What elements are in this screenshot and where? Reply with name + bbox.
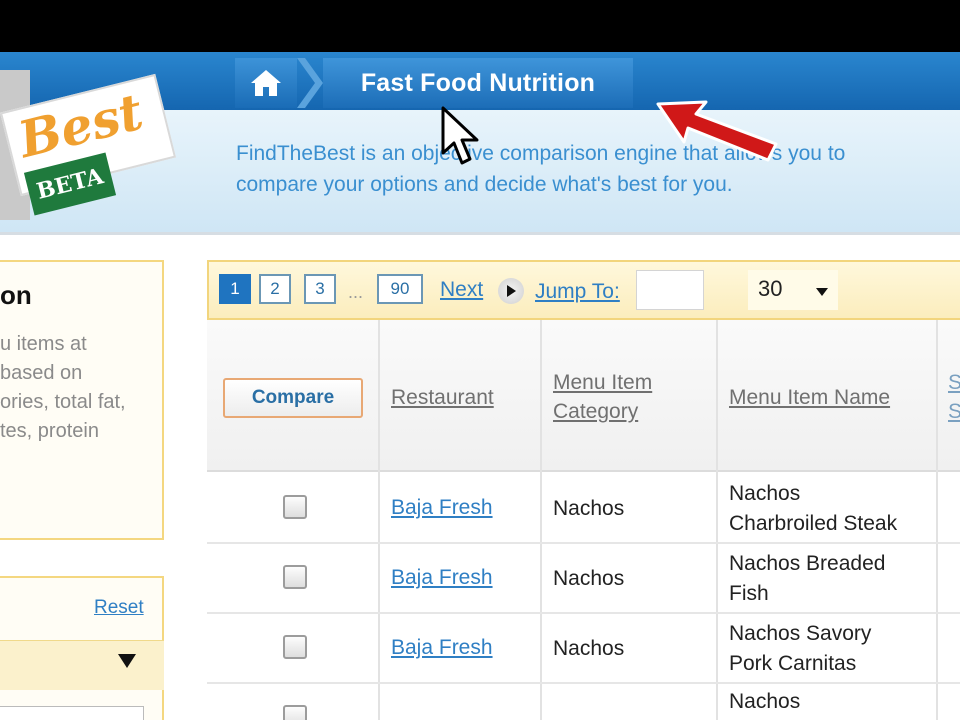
breadcrumb-separator (297, 58, 323, 108)
screen: Fast Food Nutrition FindTheBest is an ob… (0, 0, 960, 720)
header-line: S (948, 371, 960, 394)
page-button-3[interactable]: 3 (304, 274, 336, 304)
item-name-line: Pork Carnitas (729, 652, 857, 675)
row-divider (207, 542, 960, 544)
header-line: Menu Item (553, 371, 653, 394)
compare-button[interactable]: Compare (223, 378, 363, 418)
per-page-value: 30 (758, 276, 783, 301)
header-line: Category (553, 400, 639, 423)
info-line: tes, protein (0, 420, 99, 442)
category-cell: Nachos (553, 567, 625, 590)
page-button-1[interactable]: 1 (219, 274, 251, 304)
pagination-ellipsis: ... (348, 282, 364, 302)
restaurant-link[interactable]: Baja Fresh (391, 636, 493, 660)
divider (0, 232, 960, 235)
column-divider (716, 320, 718, 720)
item-name-line: Nachos Breaded (729, 552, 886, 575)
description-line: compare your options and decide what's b… (236, 173, 733, 196)
play-circle-icon[interactable] (498, 278, 524, 304)
column-divider (540, 320, 542, 720)
category-cell: Nachos (553, 637, 625, 660)
info-line: u items at (0, 333, 87, 355)
jump-to-label[interactable]: Jump To: (535, 280, 620, 304)
red-arrow-annotation (656, 100, 778, 162)
header-line: S (948, 400, 960, 423)
reset-link[interactable]: Reset (94, 597, 144, 619)
restaurant-link[interactable]: Baja Fresh (391, 566, 493, 590)
compare-checkbox[interactable] (283, 565, 307, 589)
info-line: ories, total fat, (0, 391, 126, 413)
jump-to-input[interactable] (636, 270, 704, 310)
info-text: u items at based on ories, total fat, te… (0, 330, 126, 446)
mouse-cursor-icon (441, 106, 479, 165)
column-divider (378, 320, 380, 720)
next-page-link[interactable]: Next (440, 278, 483, 302)
column-header-restaurant[interactable]: Restaurant (391, 383, 494, 412)
filter-input[interactable] (0, 706, 144, 720)
letterbox-bar (0, 0, 960, 52)
item-name-cell: Nachos Breaded Fish (729, 549, 885, 609)
item-name-cell: Nachos (729, 690, 801, 713)
item-name-cell: Nachos Charbroiled Steak (729, 479, 897, 539)
compare-checkbox[interactable] (283, 495, 307, 519)
item-name-line: Nachos Savory (729, 622, 872, 645)
item-name-line: Nachos (729, 482, 801, 505)
site-description: FindTheBest is an objective comparison e… (236, 138, 960, 200)
home-button[interactable] (235, 58, 297, 108)
restaurant-link[interactable]: Baja Fresh (391, 496, 493, 520)
category-cell: Nachos (553, 497, 625, 520)
row-divider (207, 682, 960, 684)
column-header-next[interactable]: S S (948, 368, 960, 426)
row-divider (207, 612, 960, 614)
page-button-last[interactable]: 90 (377, 274, 423, 304)
filter-dropdown[interactable] (0, 640, 164, 690)
compare-checkbox[interactable] (283, 635, 307, 659)
dropdown-arrow-icon[interactable] (816, 288, 828, 296)
column-divider (936, 320, 938, 720)
item-name-line: Charbroiled Steak (729, 512, 898, 535)
page-button-2[interactable]: 2 (259, 274, 291, 304)
column-header-item-name[interactable]: Menu Item Name (729, 383, 890, 412)
compare-checkbox[interactable] (283, 705, 307, 720)
home-icon (251, 70, 281, 96)
info-title: on (0, 280, 32, 310)
item-name-cell: Nachos Savory Pork Carnitas (729, 619, 871, 679)
column-header-category[interactable]: Menu Item Category (553, 368, 652, 426)
info-line: based on (0, 362, 83, 384)
description-line: FindTheBest is an objective comparison e… (236, 142, 846, 165)
dropdown-arrow-icon[interactable] (118, 654, 136, 668)
item-name-line: Fish (729, 582, 769, 605)
page-title[interactable]: Fast Food Nutrition (323, 58, 633, 108)
